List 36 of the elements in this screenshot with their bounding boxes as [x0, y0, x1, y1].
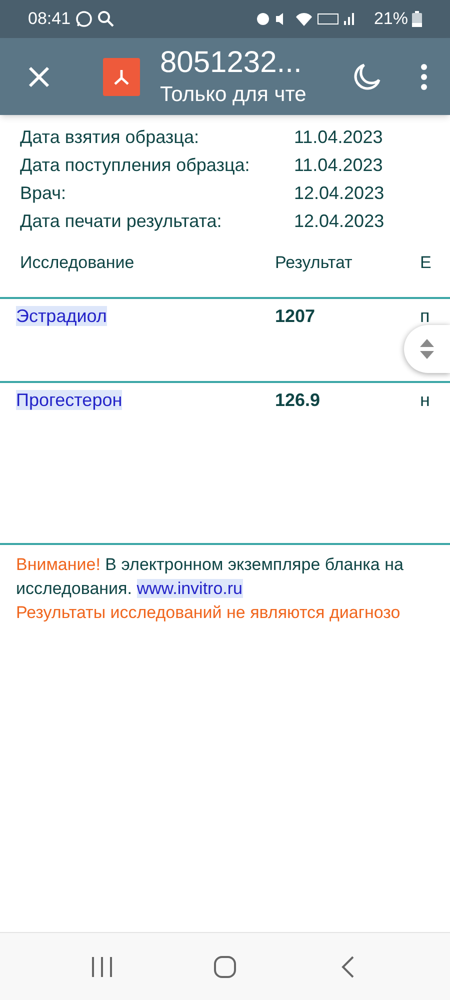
detail-label: Дата печати результата: — [20, 210, 223, 233]
chat-icon — [74, 10, 93, 28]
test-name-link[interactable]: Эстрадиол — [16, 306, 107, 326]
disclaimer-text: Результаты исследований не являются диагнозо — [16, 602, 402, 624]
home-icon — [212, 954, 237, 978]
detail-value: 12.04.2023 — [294, 210, 384, 232]
recent-apps-icon — [90, 956, 114, 978]
unit-cell-text: п — [420, 305, 430, 328]
column-header: Исследование — [20, 252, 136, 274]
close-icon — [28, 66, 50, 88]
document-subtitle: Только для чте — [160, 84, 308, 105]
battery-icon — [412, 11, 422, 27]
detail-label: Дата поступления образца: — [20, 154, 251, 177]
status-time: 08:41 — [28, 8, 71, 30]
detail-value: 11.04.2023 — [294, 126, 383, 148]
detail-label: Врач: — [20, 182, 68, 205]
moon-icon — [352, 62, 382, 92]
back-icon — [341, 954, 356, 978]
up-down-arrows-icon — [420, 339, 434, 359]
unit-cell-text: н — [420, 389, 430, 412]
more-icon — [420, 64, 428, 90]
notice-text: Внимание! В электронном экземпляре бланка на исследования. www.invitro.ru — [16, 554, 404, 600]
column-header: Е — [420, 252, 432, 274]
pdf-file-icon — [103, 58, 140, 96]
scroll-handle[interactable] — [404, 325, 450, 373]
detail-label: Дата взятия образца: — [20, 126, 200, 149]
battery-percent: 21% — [374, 8, 408, 30]
detail-value: 12.04.2023 — [294, 182, 384, 204]
column-header: Результат — [275, 252, 354, 274]
detail-value: 11.04.2023 — [294, 154, 383, 176]
test-name-link[interactable]: Прогестерон — [16, 390, 122, 410]
result-value: 1207 — [275, 305, 316, 328]
result-value: 126.9 — [275, 389, 322, 412]
website-link[interactable]: www.invitro.ru — [136, 579, 243, 598]
search-icon — [96, 10, 115, 28]
document-title: 8051232... — [160, 48, 303, 78]
